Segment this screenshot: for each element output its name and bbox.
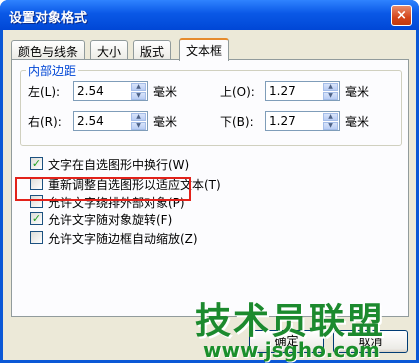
internal-margin-title: 内部边距 (26, 62, 79, 79)
right-margin-value[interactable]: 2.54 (77, 114, 104, 128)
bottom-margin-label: 下(B): (220, 115, 254, 129)
title-bar[interactable]: 设置对象格式 × (0, 0, 419, 30)
tab-layout[interactable]: 版式 (133, 40, 172, 60)
top-margin-unit: 毫米 (345, 85, 370, 99)
tab-text-box[interactable]: 文本框 (179, 38, 230, 61)
right-margin-unit: 毫米 (153, 115, 178, 129)
close-button[interactable]: × (391, 5, 412, 26)
dialog-window: 设置对象格式 × 颜色与线条 大小 版式 文本框 内部边距 左(L): 2.54… (0, 0, 419, 363)
top-margin-label: 上(O): (220, 85, 255, 99)
bottom-margin-unit: 毫米 (345, 115, 370, 129)
checkbox-checked-icon[interactable]: ✓ (30, 212, 43, 225)
checkbox-checked-icon[interactable]: ✓ (30, 157, 43, 170)
dialog-title: 设置对象格式 (9, 11, 88, 26)
top-margin-spinner[interactable]: 1.27 ▲ ▼ (265, 81, 340, 101)
spin-down-icon[interactable]: ▼ (131, 122, 146, 130)
ok-button[interactable]: 确定 (249, 330, 324, 353)
spin-down-icon[interactable]: ▼ (323, 122, 338, 130)
option-auto-scale-label[interactable]: 允许文字随边框自动缩放(Z) (48, 230, 198, 247)
option-rotate-with-shape-label[interactable]: 允许文字随对象旋转(F) (48, 211, 172, 228)
left-margin-value[interactable]: 2.54 (77, 84, 104, 98)
left-margin-spinner[interactable]: 2.54 ▲ ▼ (73, 81, 148, 101)
bottom-margin-spinner[interactable]: 1.27 ▲ ▼ (265, 111, 340, 131)
internal-margin-group: 内部边距 左(L): 2.54 ▲ ▼ 毫米 上(O): 1.27 ▲ ▼ 毫米… (20, 62, 402, 146)
tab-size[interactable]: 大小 (90, 40, 129, 60)
annotation-highlight-box (15, 177, 191, 201)
left-margin-label: 左(L): (28, 85, 61, 99)
top-margin-value[interactable]: 1.27 (269, 84, 296, 98)
checkbox-icon[interactable] (30, 231, 43, 244)
spin-down-icon[interactable]: ▼ (131, 92, 146, 100)
left-margin-unit: 毫米 (153, 85, 178, 99)
spin-up-icon[interactable]: ▲ (131, 83, 146, 91)
cancel-button[interactable]: 取消 (333, 330, 408, 353)
spin-up-icon[interactable]: ▲ (323, 83, 338, 91)
spin-down-icon[interactable]: ▼ (323, 92, 338, 100)
spin-up-icon[interactable]: ▲ (323, 113, 338, 121)
tab-color-and-lines[interactable]: 颜色与线条 (11, 40, 86, 60)
bottom-margin-value[interactable]: 1.27 (269, 114, 296, 128)
spin-up-icon[interactable]: ▲ (131, 113, 146, 121)
option-word-wrap-label[interactable]: 文字在自选图形中换行(W) (48, 156, 189, 173)
right-margin-label: 右(R): (28, 115, 62, 129)
right-margin-spinner[interactable]: 2.54 ▲ ▼ (73, 111, 148, 131)
